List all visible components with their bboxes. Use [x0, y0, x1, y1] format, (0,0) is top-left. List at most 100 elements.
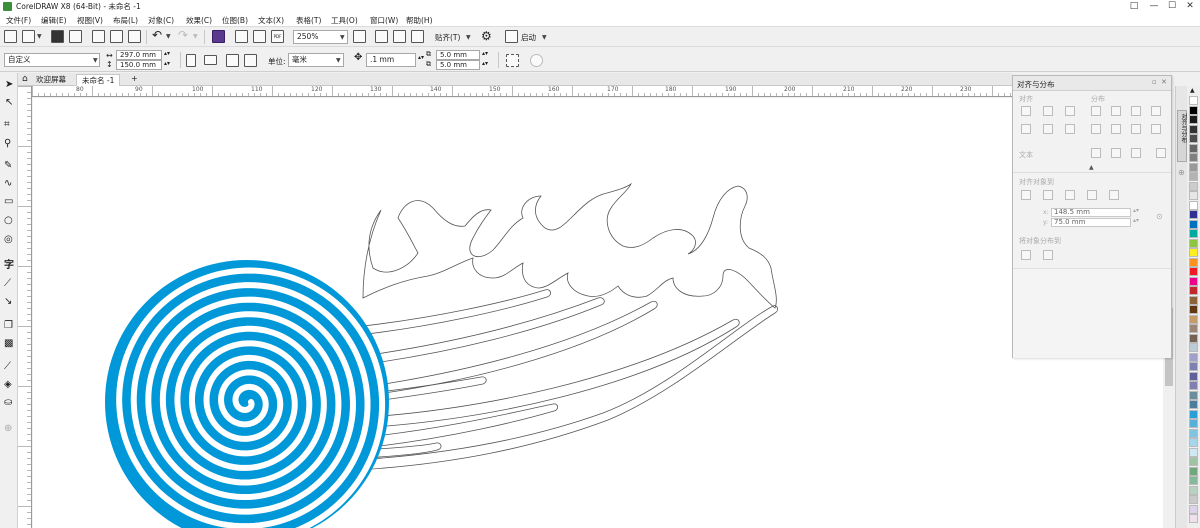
- pick-tool-icon[interactable]: ➤: [5, 79, 13, 90]
- close-button[interactable]: ✕: [1180, 0, 1200, 13]
- align-page-center-icon[interactable]: [1065, 190, 1075, 200]
- add-docker-icon[interactable]: ⊕: [1178, 168, 1185, 177]
- docker-restore-icon[interactable]: ▫: [1152, 78, 1157, 86]
- color-swatch[interactable]: [1189, 229, 1198, 238]
- all-pages-icon[interactable]: [226, 54, 239, 67]
- publish-pdf-icon[interactable]: PDF: [271, 30, 284, 43]
- interactive-fill-icon[interactable]: ◈: [4, 379, 12, 390]
- color-swatch[interactable]: [1189, 466, 1198, 476]
- color-swatch[interactable]: [1189, 419, 1198, 428]
- color-swatch[interactable]: [1189, 191, 1198, 200]
- align-center-h-icon[interactable]: [1043, 106, 1053, 116]
- color-swatch[interactable]: [1189, 267, 1198, 276]
- snap-dropdown-icon[interactable]: ▼: [466, 34, 471, 41]
- menu-tools[interactable]: 工具(O): [331, 15, 358, 26]
- page-size-dropdown-icon[interactable]: ▼: [93, 57, 98, 64]
- full-screen-icon[interactable]: [353, 30, 366, 43]
- zoom-tool-icon[interactable]: ⚲: [4, 138, 11, 149]
- text-baseline-last-icon[interactable]: [1111, 148, 1121, 158]
- distribute-spacing-h-icon[interactable]: [1151, 106, 1161, 116]
- spiral-disc[interactable]: [105, 260, 389, 528]
- smart-fill-icon[interactable]: ⛀: [4, 397, 12, 408]
- menu-effects[interactable]: 效果(C): [186, 15, 212, 26]
- home-icon[interactable]: ⌂: [22, 74, 28, 84]
- copy-icon[interactable]: [110, 30, 123, 43]
- distribute-spacing-v-icon[interactable]: [1151, 124, 1161, 134]
- duplicate-distance-y-field[interactable]: 5.0 mm: [436, 60, 480, 70]
- landscape-icon[interactable]: [204, 55, 217, 65]
- color-swatch[interactable]: [1189, 476, 1198, 485]
- tab-document[interactable]: 未命名 -1: [76, 74, 121, 86]
- align-center-v-icon[interactable]: [1043, 124, 1053, 134]
- undo-icon[interactable]: ↶: [152, 28, 162, 42]
- redo-dropdown-icon[interactable]: ▼: [193, 33, 198, 40]
- shape-tool-icon[interactable]: ↖: [5, 97, 13, 108]
- color-swatch[interactable]: [1189, 409, 1198, 419]
- color-swatch[interactable]: [1189, 143, 1198, 153]
- align-bottom-icon[interactable]: [1065, 124, 1075, 134]
- page-height-field[interactable]: 150.0 mm: [116, 60, 162, 70]
- duplicate-distance-x-field[interactable]: 5.0 mm: [436, 50, 480, 60]
- color-swatch[interactable]: [1189, 134, 1198, 143]
- color-swatch[interactable]: [1189, 400, 1198, 409]
- align-top-icon[interactable]: [1021, 124, 1031, 134]
- menu-window[interactable]: 窗口(W): [370, 15, 398, 26]
- align-x-field[interactable]: 148.5 mm: [1051, 208, 1131, 217]
- color-swatch[interactable]: [1189, 276, 1198, 286]
- x-stepper-icon[interactable]: ▴▾: [1133, 207, 1139, 214]
- menu-layout[interactable]: 布局(L): [113, 15, 138, 26]
- align-page-edge-icon[interactable]: [1043, 190, 1053, 200]
- ellipse-tool-icon[interactable]: ○: [4, 215, 13, 226]
- distribute-selection-icon[interactable]: [1021, 250, 1031, 260]
- color-swatch[interactable]: [1189, 390, 1198, 400]
- drawing-canvas[interactable]: [33, 98, 1163, 528]
- nudge-distance-field[interactable]: .1 mm: [366, 53, 416, 67]
- color-swatch[interactable]: [1189, 238, 1198, 248]
- zoom-dropdown-icon[interactable]: ▼: [340, 34, 345, 41]
- color-swatch[interactable]: [1189, 210, 1198, 219]
- nudge-stepper-icon[interactable]: ▴▾: [418, 54, 424, 61]
- application-launcher-icon[interactable]: [505, 30, 518, 43]
- color-swatch[interactable]: [1189, 219, 1198, 229]
- distribute-left-icon[interactable]: [1091, 106, 1101, 116]
- color-swatch[interactable]: [1189, 362, 1198, 371]
- search-content-icon[interactable]: [212, 30, 225, 43]
- portrait-icon[interactable]: [186, 54, 196, 67]
- color-swatch[interactable]: [1189, 96, 1198, 105]
- color-swatch[interactable]: [1189, 286, 1198, 295]
- align-right-icon[interactable]: [1065, 106, 1075, 116]
- show-grid-icon[interactable]: [393, 30, 406, 43]
- crop-tool-icon[interactable]: ⌗: [4, 119, 10, 130]
- edit-page-options-icon[interactable]: [530, 54, 543, 67]
- minimize-button[interactable]: —: [1144, 0, 1164, 13]
- new-document-icon[interactable]: [4, 30, 17, 43]
- import-icon[interactable]: [235, 30, 248, 43]
- freehand-tool-icon[interactable]: ✎: [4, 160, 12, 171]
- options-gear-icon[interactable]: ⚙: [481, 29, 492, 43]
- open-icon[interactable]: [22, 30, 35, 43]
- color-swatch[interactable]: [1189, 381, 1198, 390]
- align-grid-icon[interactable]: [1087, 190, 1097, 200]
- color-swatch[interactable]: [1189, 248, 1198, 257]
- distribute-page-icon[interactable]: [1043, 250, 1053, 260]
- text-bounding-box-icon[interactable]: [1131, 148, 1141, 158]
- vertical-ruler[interactable]: [18, 86, 32, 528]
- distribute-bottom-icon[interactable]: [1131, 124, 1141, 134]
- color-swatch[interactable]: [1189, 153, 1198, 162]
- restore-docker-icon[interactable]: □: [1124, 0, 1144, 13]
- color-swatch[interactable]: [1189, 438, 1198, 447]
- connector-tool-icon[interactable]: ↘: [4, 296, 12, 307]
- current-page-icon[interactable]: [244, 54, 257, 67]
- polygon-tool-icon[interactable]: ◎: [4, 234, 13, 245]
- color-swatch[interactable]: [1189, 295, 1198, 305]
- palette-scroll-up-icon[interactable]: ▲: [1190, 87, 1195, 94]
- eyedropper-icon[interactable]: ⟋: [4, 361, 11, 372]
- cut-icon[interactable]: [92, 30, 105, 43]
- align-active-objects-icon[interactable]: [1021, 190, 1031, 200]
- distribute-center-h-icon[interactable]: [1111, 106, 1121, 116]
- color-swatch[interactable]: [1189, 343, 1198, 352]
- height-stepper-icon[interactable]: ▴▾: [164, 60, 170, 67]
- color-swatch[interactable]: [1189, 457, 1198, 466]
- color-swatch[interactable]: [1189, 352, 1198, 362]
- color-swatch[interactable]: [1189, 172, 1198, 181]
